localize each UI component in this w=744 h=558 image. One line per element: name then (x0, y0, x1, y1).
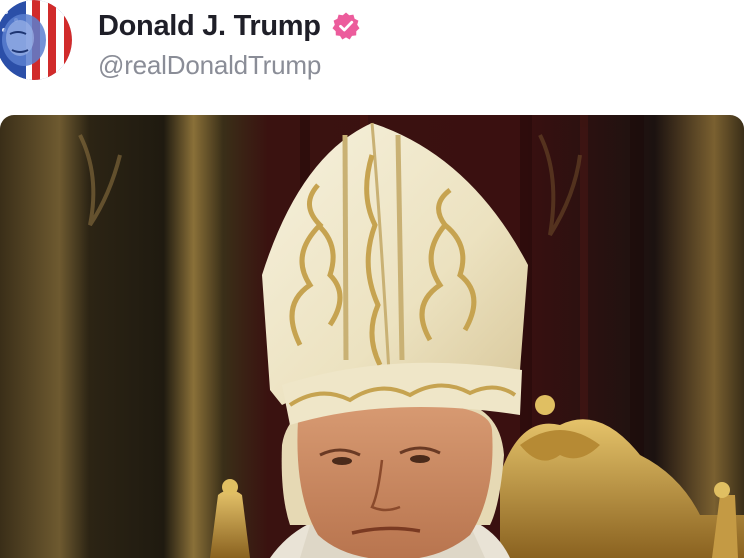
avatar-image (0, 0, 72, 80)
verified-badge-icon (332, 12, 360, 40)
author-handle[interactable]: @realDonaldTrump (98, 50, 321, 81)
author-name[interactable]: Donald J. Trump (98, 10, 321, 43)
avatar[interactable] (0, 0, 72, 80)
post-image (0, 115, 744, 558)
author-row: Donald J. Trump (98, 8, 361, 44)
post-header: Donald J. Trump @realDonaldTrump (0, 0, 744, 110)
post-media-image[interactable] (0, 115, 744, 558)
